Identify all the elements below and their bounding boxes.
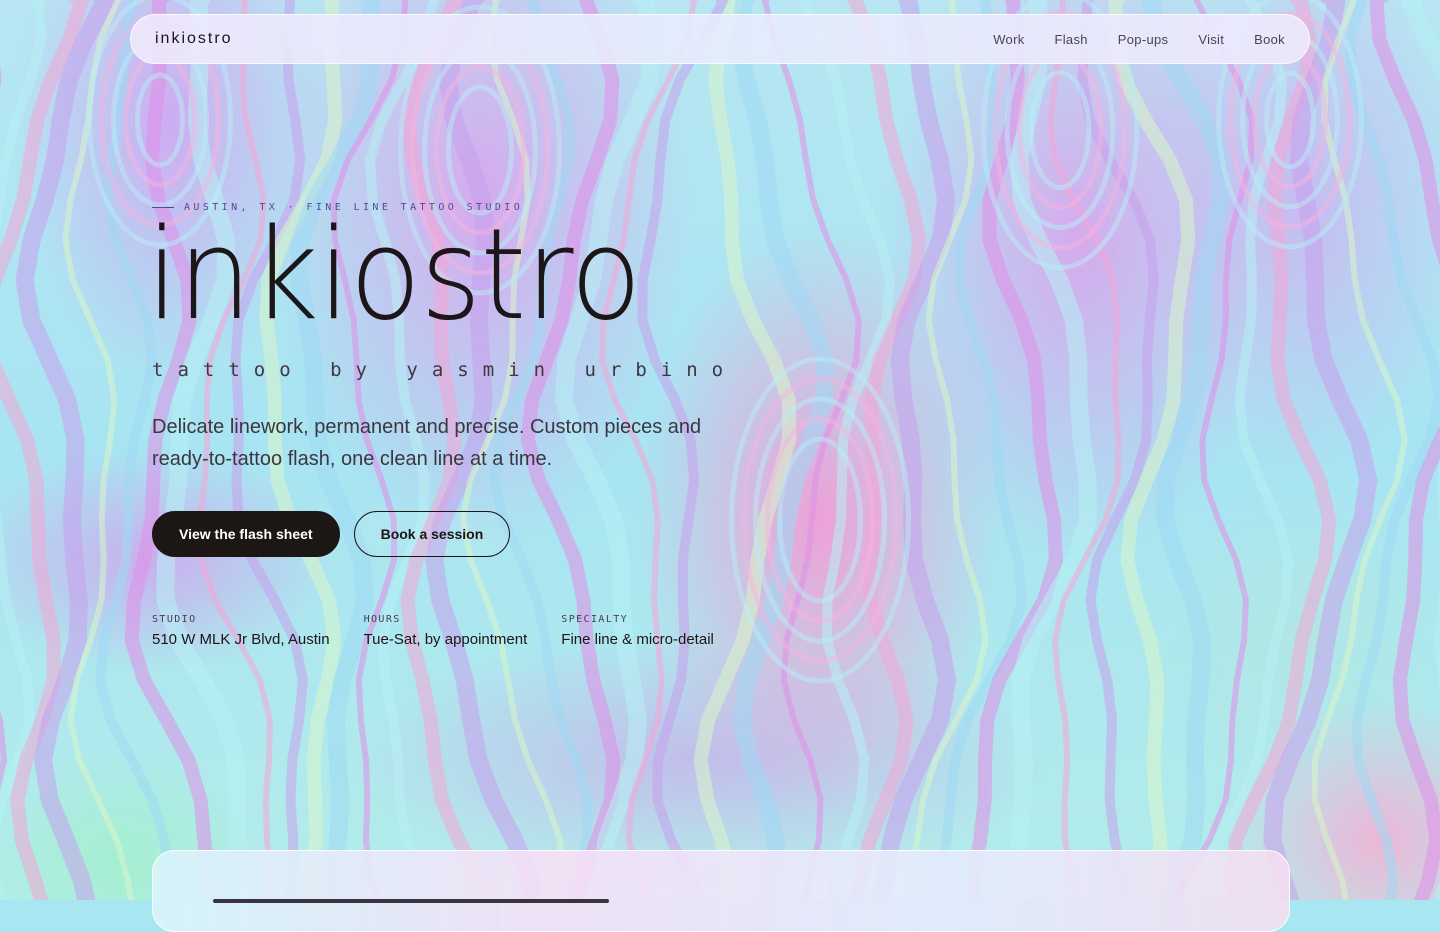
fact-hours: HOURS Tue-Sat, by appointment <box>364 614 528 648</box>
swirl-stroke <box>0 64 8 791</box>
next-section-panel <box>152 850 1290 932</box>
site-logo[interactable]: inkiostro <box>155 30 233 48</box>
fact-value: 510 W MLK Jr Blvd, Austin <box>152 631 330 648</box>
swirl-stroke <box>966 0 1063 900</box>
book-session-button[interactable]: Book a session <box>353 511 511 557</box>
top-navigation: inkiostro Work Flash Pop-ups Visit Book <box>130 14 1310 64</box>
nav-link-work[interactable]: Work <box>993 32 1024 47</box>
cta-row: View the flash sheet Book a session <box>152 511 511 557</box>
nav-links: Work Flash Pop-ups Visit Book <box>993 32 1285 47</box>
nav-link-book[interactable]: Book <box>1254 32 1285 47</box>
fact-value: Fine line & micro-detail <box>561 631 714 648</box>
fact-value: Tue-Sat, by appointment <box>363 631 528 648</box>
fact-specialty: SPECIALTY Fine line & micro-detail <box>561 614 714 648</box>
hero-title: inkiostro <box>146 201 642 348</box>
fact-label: HOURS <box>363 614 401 625</box>
view-flash-sheet-button[interactable]: View the flash sheet <box>152 511 340 557</box>
nav-link-popups[interactable]: Pop-ups <box>1118 32 1169 47</box>
studio-facts: STUDIO 510 W MLK Jr Blvd, Austin HOURS T… <box>152 614 714 648</box>
fact-label: STUDIO <box>152 614 197 625</box>
hero-tagline: tattoo by yasmin urbino <box>152 359 738 381</box>
nav-link-flash[interactable]: Flash <box>1055 32 1088 47</box>
hero-description: Delicate linework, permanent and precise… <box>152 416 702 470</box>
swirl-stroke <box>1369 0 1440 900</box>
fact-studio: STUDIO 510 W MLK Jr Blvd, Austin <box>152 614 330 648</box>
nav-link-visit[interactable]: Visit <box>1198 32 1224 47</box>
fact-label: SPECIALTY <box>561 614 629 625</box>
